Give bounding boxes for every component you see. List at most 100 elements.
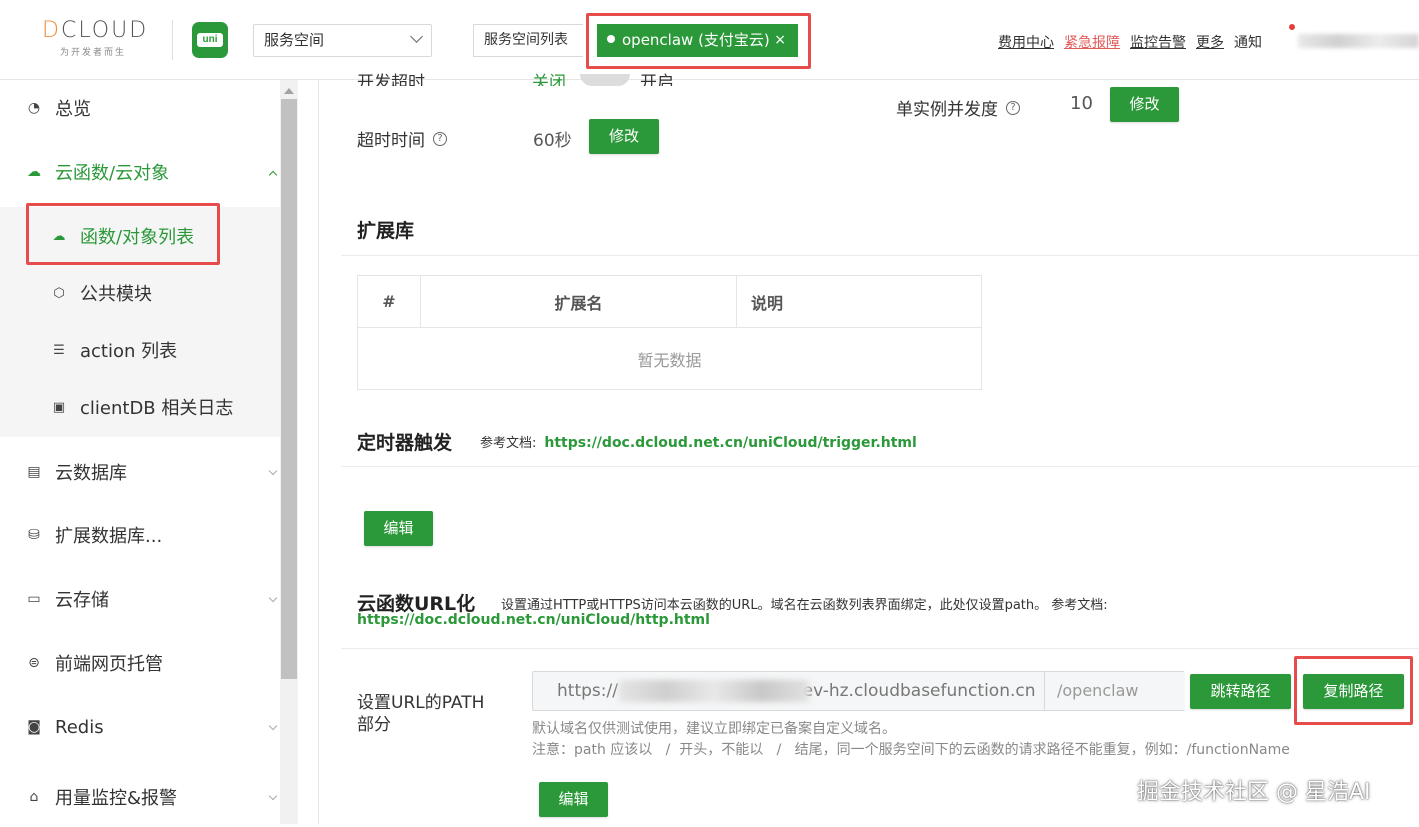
sidebar-subitem-common-modules[interactable]: ⬡ 公共模块 — [0, 264, 280, 322]
sidebar-item-label: clientDB 相关日志 — [80, 398, 234, 419]
sidebar-item-web-hosting[interactable]: ⊜ 前端网页托管 — [0, 633, 280, 693]
column-header-description: 说明 — [736, 275, 982, 328]
uni-badge-text: uni — [197, 33, 223, 47]
timer-ref-doc: 参考文档: https://doc.dcloud.net.cn/uniCloud/… — [480, 432, 917, 451]
toggle-switch[interactable] — [580, 74, 630, 86]
redis-icon: ◙ — [27, 719, 41, 735]
sidebar-item-label: 扩展数据库... — [55, 526, 163, 547]
dashboard-icon: ◔ — [27, 100, 41, 116]
modify-timeout-button[interactable]: 修改 — [589, 119, 659, 154]
monitor-alert-link[interactable]: 监控告警 — [1130, 35, 1186, 51]
url-path-label-line2: 部分 — [357, 715, 391, 735]
billing-link[interactable]: 费用中心 — [998, 35, 1054, 51]
sidebar-item-storage[interactable]: ▭ 云存储 — [0, 569, 280, 629]
url-edit-button[interactable]: 编辑 — [539, 782, 608, 817]
partial-row-status-right: 开启 — [640, 73, 674, 86]
jump-path-button[interactable]: 跳转路径 — [1190, 674, 1291, 709]
notification-dot-icon — [1289, 24, 1295, 30]
cube-icon: ⬡ — [53, 285, 65, 301]
space-select[interactable]: 服务空间 — [253, 24, 432, 57]
sidebar: ◔ 总览 ☁ 云函数/云对象 ☁ 函数/对象列表 ⬡ 公共模块 ☰ action… — [0, 80, 280, 824]
section-divider — [341, 466, 1419, 467]
column-header-name: 扩展名 — [420, 275, 737, 328]
url-path-value[interactable]: /openclaw — [1044, 672, 1185, 710]
chevron-down-icon — [268, 593, 278, 603]
notice-link[interactable]: 通知 — [1234, 35, 1262, 51]
stack-database-icon: ⛁ — [28, 527, 40, 543]
highlight-box-tab — [586, 13, 811, 69]
log-icon: ▣ — [52, 399, 66, 415]
uni-app-icon[interactable]: uni — [192, 22, 228, 58]
scroll-up-arrow-icon[interactable] — [284, 88, 294, 94]
timeout-value: 60秒 — [533, 131, 572, 151]
user-account-blurred[interactable] — [1298, 34, 1419, 48]
sidebar-item-label: 云存储 — [55, 590, 109, 611]
section-divider — [341, 648, 1419, 649]
help-icon[interactable]: ? — [1006, 101, 1020, 115]
url-path-label-line1: 设置URL的PATH — [357, 693, 485, 713]
watermark-text: 掘金技术社区 @ 星浩AI — [1137, 780, 1371, 805]
ref-doc-label: 参考文档: — [480, 436, 537, 451]
extensions-table: # 扩展名 说明 暂无数据 — [357, 275, 982, 390]
partial-row-status: 关闭 — [532, 73, 566, 86]
scrollbar-thumb[interactable] — [281, 99, 297, 679]
empty-state-text: 暂无数据 — [357, 327, 982, 390]
list-icon: ☰ — [53, 342, 65, 358]
url-path-input[interactable]: https:// lev-hz.cloudbasefunction.cn /ope… — [532, 671, 1185, 711]
url-domain-blurred — [619, 680, 809, 702]
urgent-report-link[interactable]: 紧急报障 — [1064, 35, 1120, 51]
modify-concurrency-button[interactable]: 修改 — [1110, 87, 1179, 122]
url-ref-link[interactable]: https://doc.dcloud.net.cn/uniCloud/http.… — [357, 612, 710, 628]
sidebar-item-redis[interactable]: ◙ Redis — [0, 697, 280, 757]
sidebar-subitem-action-list[interactable]: ☰ action 列表 — [0, 321, 280, 379]
chevron-down-icon — [268, 721, 278, 731]
chevron-down-icon — [268, 466, 278, 476]
space-select-value: 服务空间 — [264, 31, 325, 49]
extensions-title: 扩展库 — [357, 220, 415, 242]
timer-ref-link[interactable]: https://doc.dcloud.net.cn/uniCloud/trigg… — [544, 435, 916, 451]
space-list-button[interactable]: 服务空间列表 — [473, 24, 583, 57]
sidebar-item-overview[interactable]: ◔ 总览 — [0, 78, 280, 138]
hosting-icon: ⊜ — [28, 655, 40, 671]
sidebar-item-label: 前端网页托管 — [55, 654, 163, 675]
top-header: DCLOUD 为开发者而生 uni 服务空间 服务空间列表 openclaw (… — [0, 0, 1419, 80]
section-divider — [341, 255, 1419, 256]
dcloud-logo[interactable]: DCLOUD 为开发者而生 — [42, 18, 157, 62]
concurrency-label: 单实例并发度? — [896, 95, 1020, 120]
sidebar-item-label: Redis — [55, 716, 104, 738]
partial-row-label: 开发超时 — [357, 68, 425, 86]
sidebar-item-label: 云数据库 — [55, 463, 127, 484]
sidebar-subitem-clientdb-logs[interactable]: ▣ clientDB 相关日志 — [0, 378, 280, 436]
header-nav: 费用中心 紧急报障 监控告警 更多 通知 — [998, 32, 1262, 52]
highlight-box-function-list — [26, 203, 220, 265]
highlight-box-copy-path — [1294, 656, 1413, 725]
timer-edit-button[interactable]: 编辑 — [364, 511, 433, 546]
url-hint-default-domain: 默认域名仅供测试使用，建议立即绑定已备案自定义域名。 — [532, 721, 896, 737]
sidebar-item-label: 云函数/云对象 — [55, 163, 170, 184]
chevron-up-icon — [268, 170, 278, 180]
chevron-down-icon — [268, 791, 278, 801]
monitor-icon: ⌂ — [29, 789, 39, 805]
sidebar-item-label: 公共模块 — [80, 284, 152, 305]
sidebar-item-database[interactable]: ▤ 云数据库 — [0, 442, 280, 502]
partial-row-text: 开发超时 — [357, 73, 425, 86]
concurrency-label-text: 单实例并发度 — [896, 100, 998, 120]
logo-tagline: 为开发者而生 — [60, 48, 127, 58]
url-path-label: 设置URL的PATH 部分 — [357, 692, 484, 736]
url-hint-path-rules: 注意：path 应该以 / 开头，不能以 / 结尾，同一个服务空间下的云函数的请… — [532, 742, 1290, 758]
sidebar-item-usage-monitor[interactable]: ⌂ 用量监控&报警 — [0, 767, 280, 827]
sidebar-item-label: action 列表 — [80, 341, 178, 362]
timer-trigger-title: 定时器触发 — [357, 432, 453, 454]
sidebar-item-ext-database[interactable]: ⛁ 扩展数据库... — [0, 505, 280, 565]
chevron-down-icon — [410, 30, 423, 43]
sidebar-item-label: 用量监控&报警 — [55, 788, 178, 809]
more-link[interactable]: 更多 — [1196, 35, 1224, 51]
url-host-suffix: lev-hz.cloudbasefunction.cn — [797, 681, 1036, 701]
sidebar-item-cloud-functions[interactable]: ☁ 云函数/云对象 — [0, 142, 280, 202]
sidebar-item-label: 总览 — [55, 99, 91, 120]
database-icon: ▤ — [27, 464, 41, 480]
timeout-label-text: 超时时间 — [357, 131, 425, 151]
column-header-index: # — [357, 275, 421, 328]
timeout-label: 超时时间? — [357, 126, 447, 151]
help-icon[interactable]: ? — [433, 132, 447, 146]
